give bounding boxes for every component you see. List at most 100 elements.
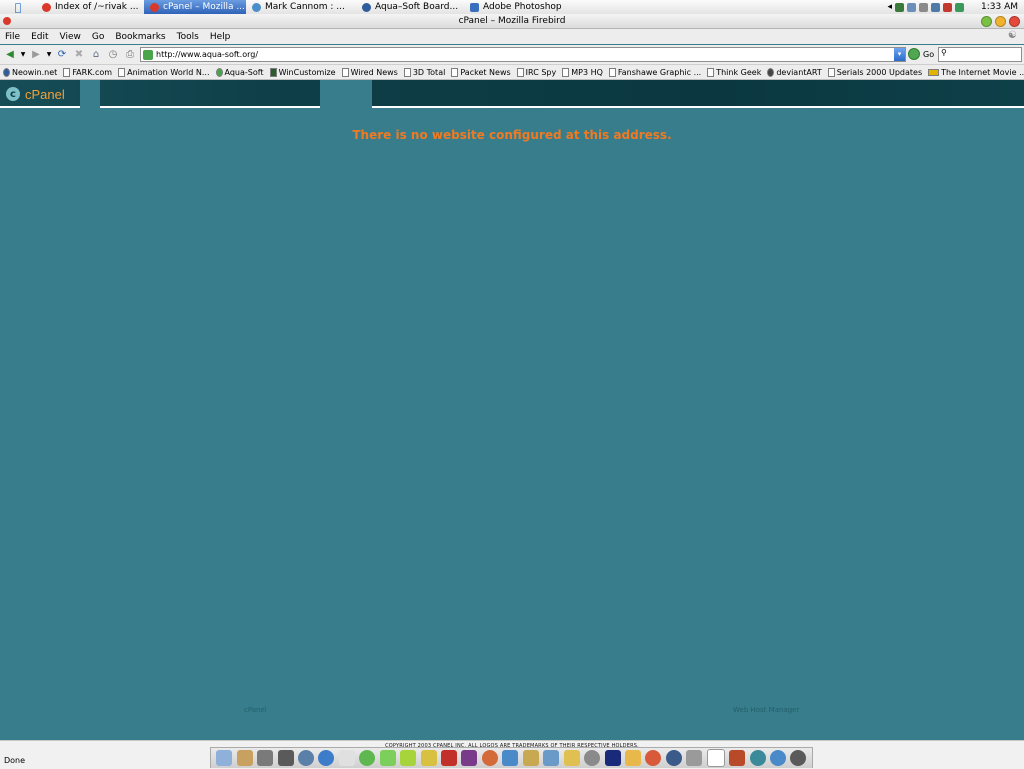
globe-icon[interactable] (297, 750, 314, 766)
bookmark-item[interactable]: WinCustomize (267, 67, 339, 77)
bookmark-item[interactable]: FARK.com (60, 67, 115, 77)
menu-tools[interactable]: Tools (172, 32, 205, 42)
history-button[interactable]: ◷ (106, 48, 120, 62)
music-icon[interactable] (379, 750, 396, 766)
search-icon[interactable] (584, 750, 601, 766)
url-input[interactable] (156, 50, 876, 59)
bookmark-label: Serials 2000 Updates (836, 67, 923, 77)
search-input[interactable]: ⚲ (938, 47, 1022, 62)
menu-edit[interactable]: Edit (26, 32, 54, 42)
menu-view[interactable]: View (55, 32, 87, 42)
trash-icon[interactable] (686, 750, 703, 766)
clock-icon[interactable] (645, 750, 662, 766)
firebird-icon (42, 2, 51, 12)
network-icon[interactable] (543, 750, 560, 766)
back-button[interactable]: ◀ (3, 48, 17, 62)
bookmark-item[interactable]: Serials 2000 Updates (825, 67, 925, 77)
preview-icon[interactable] (257, 750, 274, 766)
browser-icon (362, 2, 371, 12)
download-icon[interactable] (955, 2, 964, 12)
bird-icon[interactable] (729, 750, 746, 766)
bookmark-item[interactable]: Think Geek (704, 67, 764, 77)
task-index-of-rivak[interactable]: Index of /~rivak ... (36, 0, 144, 14)
flash-icon[interactable] (441, 750, 458, 766)
arrow-left-icon[interactable]: ◂ (887, 2, 892, 12)
no-website-message: There is no website configured at this a… (352, 128, 672, 142)
imdb-icon (928, 68, 940, 76)
mail-icon[interactable] (481, 750, 498, 766)
window-titlebar[interactable]: cPanel – Mozilla Firebird (0, 14, 1024, 29)
bookmark-item[interactable]: IRC Spy (514, 67, 560, 77)
system-taskbar:  Index of /~rivak ... cPanel – Mozilla … (0, 0, 1024, 15)
menu-bookmarks[interactable]: Bookmarks (110, 32, 171, 42)
bookmark-label: Wired News (350, 67, 398, 77)
pencil-icon[interactable] (624, 750, 641, 766)
photo-icon[interactable] (277, 750, 294, 766)
monitor-icon[interactable] (919, 2, 928, 12)
bookmark-item[interactable]: deviantART (764, 67, 824, 77)
bookmark-item[interactable]: The Internet Movie ... (925, 68, 1024, 77)
bookmark-item[interactable]: Packet News (448, 67, 513, 77)
network-icon[interactable] (907, 2, 916, 12)
bookmark-item[interactable]: Animation World N... (115, 67, 212, 77)
apple-menu-icon[interactable]:  (0, 1, 36, 14)
sync-icon[interactable] (943, 2, 952, 12)
media-icon[interactable] (400, 750, 417, 766)
bookmark-label: WinCustomize (278, 67, 336, 77)
finder-icon[interactable] (216, 750, 233, 766)
bookmark-item[interactable]: Wired News (339, 67, 401, 77)
bookmark-item[interactable]: Fanshawe Graphic ... (606, 67, 704, 77)
footer-whm-link[interactable]: Web Host Manager (733, 706, 799, 714)
footer-cpanel-link[interactable]: cPanel (244, 706, 267, 714)
maximize-button[interactable] (995, 16, 1006, 27)
itunes-icon[interactable] (359, 750, 376, 766)
forward-dropdown-icon[interactable]: ▼ (46, 48, 52, 62)
task-cpanel-firebird[interactable]: cPanel – Mozilla ... (144, 0, 246, 14)
bookmark-label: deviantART (776, 67, 822, 77)
cpanel-logo[interactable]: c cPanel (0, 80, 80, 108)
calendar-icon[interactable] (604, 750, 621, 766)
minimize-button[interactable] (981, 16, 992, 27)
winamp-icon[interactable] (522, 750, 539, 766)
phone-icon[interactable] (895, 2, 904, 12)
url-bar[interactable]: ▾ (140, 47, 906, 62)
go-button[interactable]: Go (908, 48, 934, 60)
task-mark-cannom[interactable]: Mark Cannom : ... (246, 0, 356, 14)
forward-button[interactable]: ▶ (29, 48, 43, 62)
bookmark-item[interactable]: MP3 HQ (559, 67, 606, 77)
home-button[interactable]: ⌂ (89, 48, 103, 62)
reload-button[interactable]: ⟳ (55, 48, 69, 62)
browser-icon[interactable] (770, 750, 787, 766)
back-dropdown-icon[interactable]: ▼ (20, 48, 26, 62)
folder-icon[interactable] (420, 750, 437, 766)
audio-icon[interactable] (790, 750, 807, 766)
clock: 1:33 AM (981, 2, 1018, 12)
chat-icon[interactable] (338, 750, 355, 766)
task-aqua-soft-board[interactable]: Aqua–Soft Board... (356, 0, 464, 14)
print-button[interactable]: ⎙ (123, 48, 137, 62)
explorer-icon[interactable] (236, 750, 253, 766)
ie-icon[interactable] (318, 750, 335, 766)
menu-go[interactable]: Go (87, 32, 110, 42)
page-icon (118, 67, 126, 77)
bookmark-item[interactable]: Aqua-Soft (213, 67, 267, 77)
tool-icon[interactable] (502, 750, 519, 766)
menu-file[interactable]: File (0, 32, 26, 42)
app-icon[interactable] (461, 750, 478, 766)
page-icon (707, 67, 715, 77)
close-button[interactable] (1009, 16, 1020, 27)
stop-button[interactable]: ✖ (72, 48, 86, 62)
bookmark-item[interactable]: Neowin.net (0, 67, 60, 77)
volume-icon[interactable] (931, 2, 940, 12)
weather-icon[interactable] (563, 750, 580, 766)
earth-icon[interactable] (749, 750, 766, 766)
bookmark-item[interactable]: 3D Total (401, 67, 448, 77)
document-icon[interactable] (706, 749, 725, 767)
task-adobe-photoshop[interactable]: Adobe Photoshop (464, 0, 572, 14)
firebird-icon (150, 2, 159, 12)
player-icon[interactable] (665, 750, 682, 766)
url-dropdown-icon[interactable]: ▾ (894, 48, 905, 61)
neowin-icon (3, 67, 10, 77)
menu-help[interactable]: Help (205, 32, 237, 42)
bookmark-label: 3D Total (412, 67, 446, 77)
